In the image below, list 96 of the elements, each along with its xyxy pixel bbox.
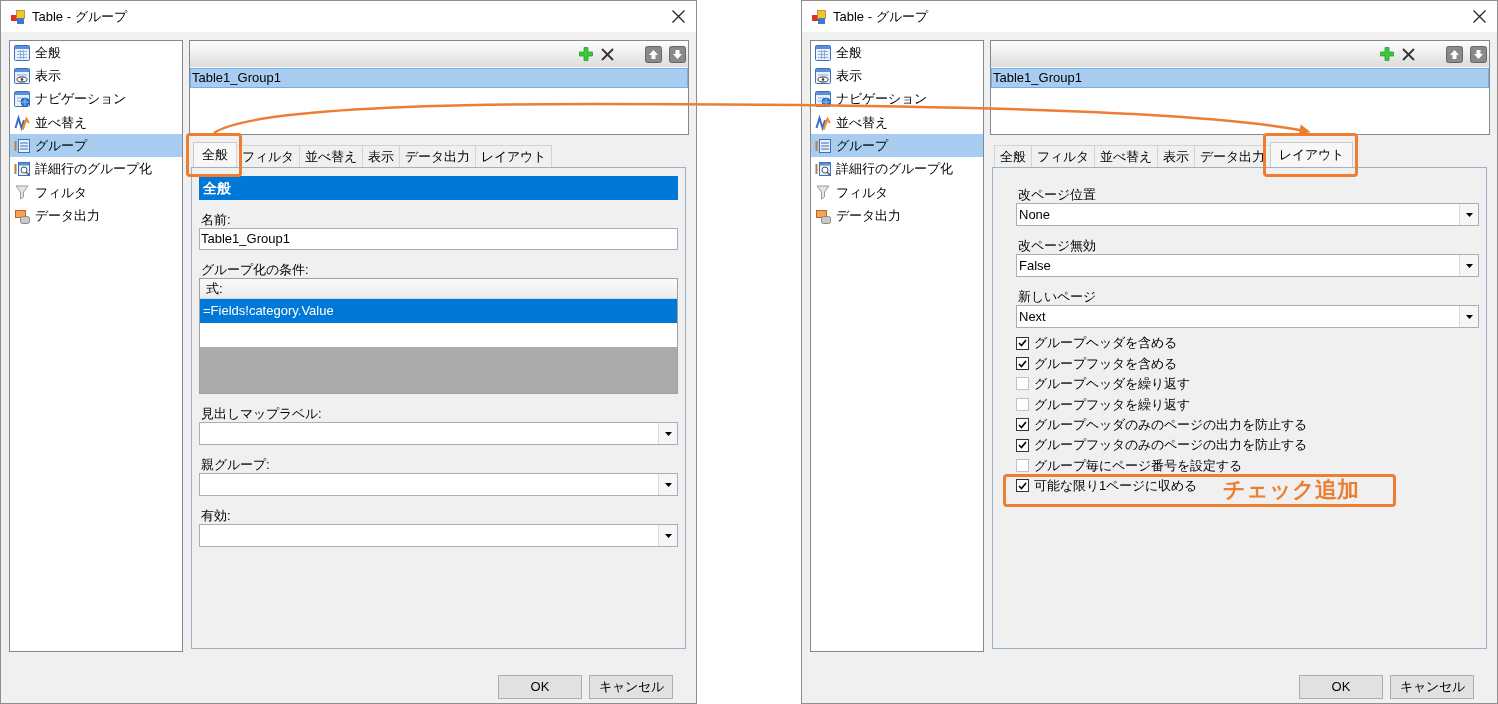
cross-icon[interactable]: [601, 47, 614, 61]
checkbox[interactable]: [1016, 479, 1029, 493]
grouped-list-icon: [14, 137, 30, 154]
field-label: 親グループ:: [200, 457, 271, 472]
sidebar-item[interactable]: 詳細行のグループ化: [10, 157, 182, 181]
dropdown-button[interactable]: [1459, 306, 1478, 327]
tab[interactable]: レイアウト: [1270, 142, 1353, 167]
sidebar-item[interactable]: 全般: [10, 41, 182, 65]
app-icon: [11, 9, 25, 24]
sidebar-item[interactable]: 詳細行のグループ化: [811, 157, 983, 181]
dialog-button[interactable]: OK: [498, 675, 582, 699]
callout-text: チェック追加: [1223, 479, 1360, 502]
grouped-list-icon: [815, 137, 831, 154]
sidebar-item[interactable]: 表示: [10, 64, 182, 88]
caret-icon: [1465, 212, 1473, 217]
checkbox-label: グループフッタのみのページの出力を防止する: [1034, 437, 1307, 453]
checkbox-label: グループヘッダを繰り返す: [1034, 376, 1190, 392]
funnel-icon: [815, 184, 831, 201]
window-globe-icon: [14, 91, 30, 108]
select-field[interactable]: [199, 422, 678, 445]
sidebar-item[interactable]: 並べ替え: [10, 110, 182, 135]
close-icon[interactable]: [1473, 10, 1486, 23]
grid-window-icon: [14, 44, 30, 61]
dialog-button[interactable]: キャンセル: [1390, 675, 1474, 699]
checkbox[interactable]: [1016, 438, 1029, 452]
sidebar-item[interactable]: 全般: [811, 41, 983, 65]
window-title: Table - グループ: [32, 8, 127, 25]
select-field[interactable]: Next: [1016, 305, 1479, 328]
dialog-button[interactable]: キャンセル: [589, 675, 673, 699]
checkbox-label: グループヘッダを含める: [1034, 335, 1177, 351]
checkbox[interactable]: [1016, 336, 1029, 350]
list-item[interactable]: Table1_Group1: [190, 68, 688, 88]
window-title: Table - グループ: [833, 8, 928, 25]
sort-icon: [14, 114, 30, 131]
sidebar-item[interactable]: ナビゲーション: [10, 87, 182, 111]
window-eye-icon: [14, 67, 30, 84]
checkbox-label: グループフッタを含める: [1034, 355, 1177, 372]
field-label: 有効:: [200, 508, 232, 523]
list-item[interactable]: Table1_Group1: [991, 68, 1489, 88]
sort-icon: [815, 114, 831, 131]
section-header: 全般: [199, 176, 678, 200]
funnel-icon: [14, 184, 30, 201]
sidebar-item[interactable]: データ出力: [10, 204, 182, 228]
tab[interactable]: 全般: [193, 142, 237, 167]
window-magnifier-icon: [14, 161, 30, 178]
window-eye-icon: [815, 67, 831, 84]
tab[interactable]: レイアウト: [475, 145, 552, 167]
dropdown-button[interactable]: [658, 525, 677, 546]
dropdown-button[interactable]: [1459, 204, 1478, 225]
dialog-button[interactable]: OK: [1299, 675, 1383, 699]
dropdown-button[interactable]: [1459, 255, 1478, 276]
field-label: 名前:: [200, 212, 232, 227]
column-header: 式:: [200, 279, 677, 299]
select-field[interactable]: False: [1016, 254, 1479, 277]
sidebar-item[interactable]: 並べ替え: [811, 110, 983, 135]
field-label: 改ページ位置: [1017, 187, 1097, 202]
data-export-icon: [815, 207, 831, 224]
select-field[interactable]: None: [1016, 203, 1479, 226]
checkbox-label: グループ毎にページ番号を設定する: [1034, 457, 1242, 474]
caret-icon: [664, 431, 672, 436]
sidebar-item[interactable]: グループ: [811, 134, 983, 158]
close-icon[interactable]: [672, 10, 685, 23]
window-magnifier-icon: [815, 161, 831, 178]
tab[interactable]: 全般: [994, 145, 1032, 167]
cross-icon[interactable]: [1402, 47, 1415, 61]
checkbox-label: グループフッタを繰り返す: [1034, 396, 1190, 413]
field-label: 見出しマップラベル:: [200, 406, 323, 421]
field-label: 新しいページ: [1017, 289, 1097, 304]
plus-icon[interactable]: [579, 47, 593, 61]
sidebar-item[interactable]: 表示: [811, 64, 983, 88]
caret-icon: [664, 533, 672, 538]
select-field[interactable]: [199, 473, 678, 496]
sidebar-item[interactable]: データ出力: [811, 204, 983, 228]
text-field[interactable]: Table1_Group1: [199, 228, 678, 250]
caret-icon: [1465, 314, 1473, 319]
tab[interactable]: フィルタ: [236, 145, 300, 167]
grid-window-icon: [815, 44, 831, 61]
field-label: グループ化の条件:: [200, 262, 310, 277]
caret-icon: [664, 482, 672, 487]
app-icon: [812, 9, 826, 24]
caret-icon: [1465, 263, 1473, 268]
checkbox[interactable]: [1016, 357, 1029, 371]
grid-row[interactable]: =Fields!category.Value: [200, 299, 677, 323]
dropdown-button[interactable]: [658, 423, 677, 444]
sidebar-item[interactable]: フィルタ: [811, 180, 983, 205]
sidebar-item[interactable]: グループ: [10, 134, 182, 158]
checkbox-label: グループヘッダのみのページの出力を防止する: [1034, 416, 1307, 433]
data-export-icon: [14, 207, 30, 224]
checkbox[interactable]: [1016, 418, 1029, 432]
plus-icon[interactable]: [1380, 47, 1394, 61]
dropdown-button[interactable]: [658, 474, 677, 495]
field-label: 改ページ無効: [1017, 238, 1097, 253]
sidebar-item[interactable]: ナビゲーション: [811, 87, 983, 111]
checkbox-label: 可能な限り1ページに収める: [1034, 478, 1198, 494]
sidebar-item[interactable]: フィルタ: [10, 180, 182, 205]
select-field[interactable]: [199, 524, 678, 547]
